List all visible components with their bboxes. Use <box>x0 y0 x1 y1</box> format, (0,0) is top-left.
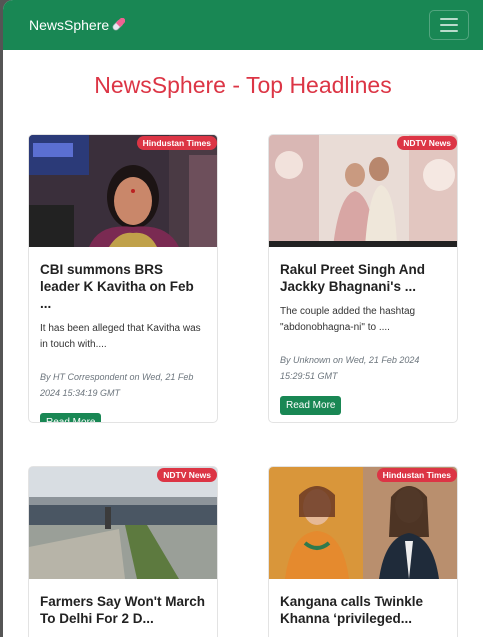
news-image <box>269 467 457 579</box>
news-image <box>269 135 457 247</box>
news-thumbnail[interactable]: NDTV News <box>29 467 217 579</box>
news-description: It has been alleged that Kavitha was in … <box>40 323 201 350</box>
brand-link[interactable]: NewsSphere <box>29 17 126 33</box>
news-card: NDTV News Farmers Say Won't March To Del… <box>28 466 218 637</box>
brand-name: NewsSphere <box>29 17 110 33</box>
news-title: Rakul Preet Singh And Jackky Bhagnani's … <box>280 262 426 294</box>
read-more-button[interactable]: Read More <box>40 413 102 422</box>
news-card: NDTV News Rakul Preet Singh And Jackky B… <box>268 134 458 423</box>
news-thumbnail[interactable]: Hindustan Times <box>269 467 457 579</box>
navbar: NewsSphere <box>3 0 483 50</box>
news-card: Hindustan Times CBI summons BRS leader K… <box>28 134 218 423</box>
navbar-toggler-button[interactable] <box>429 10 469 40</box>
news-title: Kangana calls Twinkle Khanna ‘privileged… <box>280 594 424 626</box>
page-title: NewsSphere - Top Headlines <box>94 72 392 98</box>
news-image <box>29 135 217 247</box>
news-title: Farmers Say Won't March To Delhi For 2 D… <box>40 594 206 626</box>
source-badge: NDTV News <box>397 136 457 150</box>
source-badge: Hindustan Times <box>376 468 457 482</box>
news-thumbnail[interactable]: NDTV News <box>269 135 457 247</box>
news-meta: By Unknown on Wed, 21 Feb 2024 15:29:51 … <box>280 355 420 381</box>
news-description: The couple added the hashtag "abdonobhag… <box>280 306 416 333</box>
news-thumbnail[interactable]: Hindustan Times <box>29 135 217 247</box>
news-card: Hindustan Times Kangana calls Twinkle Kh… <box>268 466 458 637</box>
news-title: CBI summons BRS leader K Kavitha on Feb … <box>40 262 194 311</box>
browser-viewport: NewsSphere NewsSphere - Top Headlines Hi… <box>3 0 483 637</box>
pill-icon <box>112 18 126 31</box>
read-more-button[interactable]: Read More <box>280 396 342 415</box>
news-image <box>29 467 217 579</box>
source-badge: Hindustan Times <box>136 136 217 150</box>
hamburger-menu-icon <box>440 18 458 20</box>
source-badge: NDTV News <box>157 468 217 482</box>
news-meta: By HT Correspondent on Wed, 21 Feb 2024 … <box>40 372 194 398</box>
